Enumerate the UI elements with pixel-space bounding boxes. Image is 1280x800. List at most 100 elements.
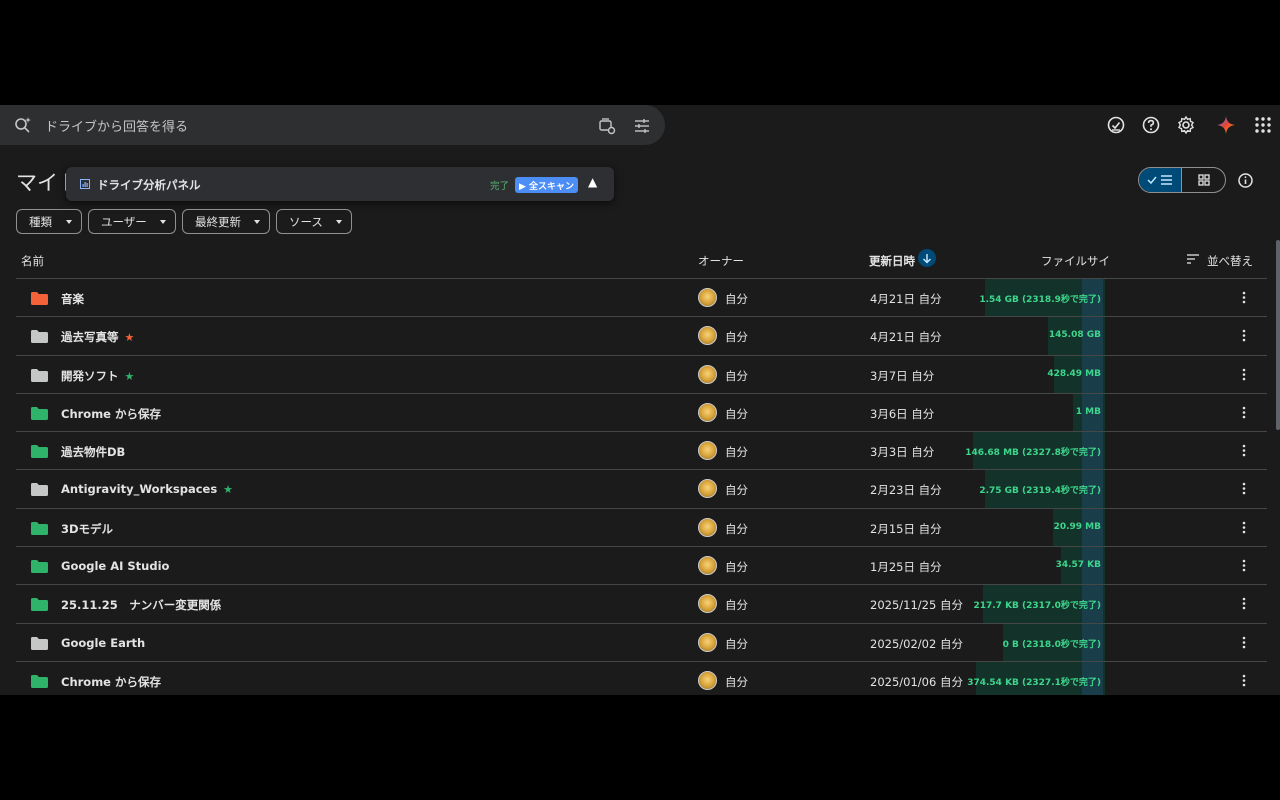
table-row[interactable]: Chrome から保存 自分 2025/01/06 自分 374.54 KB (… [16,661,1267,695]
avatar [698,402,717,422]
file-name-text: 開発ソフト [61,368,119,383]
folder-icon [31,445,48,459]
owner-label: 自分 [725,598,748,613]
check-list-icon [1147,175,1172,185]
table-row[interactable]: 25.11.25 ナンバー変更関係 自分 2025/11/25 自分 217.7… [16,585,1267,624]
modified-date: 4月21日 自分 [870,330,942,345]
modified-date: 2025/01/06 自分 [870,674,963,689]
scrollbar[interactable] [1276,240,1280,430]
folder-icon [31,674,48,688]
file-size: 0 B (2318.0秒で完了) [1002,639,1101,650]
filter-modified[interactable]: 最終更新 [182,209,270,234]
star-icon: ★ [223,483,234,497]
file-name-text: 過去物件DB [61,445,126,460]
file-size: 428.49 MB [1047,368,1101,379]
folder-icon [31,483,48,497]
filter-label: 最終更新 [195,214,241,229]
owner-label: 自分 [725,483,748,498]
table-row[interactable]: 音楽 自分 4月21日 自分 1.54 GB (2318.9秒で完了) [16,279,1267,318]
more-options-icon[interactable] [1242,406,1246,419]
modified-date: 2月23日 自分 [870,483,942,498]
column-size[interactable]: ファイルサイ [1041,253,1110,269]
more-options-icon[interactable] [1242,329,1246,342]
more-options-icon[interactable] [1242,674,1246,687]
file-name-text: Google AI Studio [61,559,170,574]
owner-label: 自分 [725,636,748,651]
modified-date: 1月25日 自分 [870,560,942,575]
filter-label: 種類 [29,214,52,229]
avatar [698,556,717,576]
offline-status-icon[interactable] [1106,115,1126,135]
file-name: Chrome から保存 [61,674,167,690]
more-options-icon[interactable] [1242,636,1246,649]
more-options-icon[interactable] [1242,559,1246,572]
file-size: 20.99 MB [1053,521,1101,532]
modified-date: 4月21日 自分 [870,292,942,306]
folder-icon [31,292,48,305]
view-toggle [1138,167,1226,193]
filter-source[interactable]: ソース [276,209,352,234]
more-options-icon[interactable] [1242,444,1246,457]
folder-icon [31,368,48,382]
filter-type[interactable]: 種類 [16,209,82,234]
more-options-icon[interactable] [1242,368,1246,381]
file-name-text: Antigravity_Workspaces [61,482,218,497]
column-owner[interactable]: オーナー [698,253,744,269]
table-row[interactable]: Antigravity_Workspaces ★ 自分 2月23日 自分 2.75… [16,470,1267,509]
file-name: Chrome から保存 [61,406,167,422]
full-scan-button[interactable]: ▶ 全スキャン [515,177,578,193]
folder-icon [31,636,48,650]
file-name-text: Chrome から保存 [61,674,161,689]
table-row[interactable]: Chrome から保存 自分 3月6日 自分 1 MB [16,393,1267,433]
column-modified[interactable]: 更新日時 [869,253,915,269]
table-row[interactable]: 開発ソフト ★ 自分 3月7日 自分 428.49 MB [16,355,1267,394]
table-row[interactable]: Google AI Studio 自分 1月25日 自分 34.57 KB [16,547,1267,586]
filter-user[interactable]: ユーザー [88,209,176,234]
apps-grid-icon[interactable] [1253,115,1273,135]
file-name: Google Earth [61,636,151,650]
settings-gear-icon[interactable] [1176,115,1196,135]
more-options-icon[interactable] [1242,521,1246,534]
more-options-icon[interactable] [1242,291,1246,304]
search-settings-icon[interactable] [598,117,616,135]
arrow-down-icon [922,253,932,264]
file-name-text: Google Earth [61,635,146,650]
star-icon: ★ [124,331,135,345]
file-name: Google AI Studio [61,559,175,573]
table-row[interactable]: 3Dモデル 自分 2月15日 自分 20.99 MB [16,508,1267,548]
panel-title: ドライブ分析パネル [97,178,201,192]
owner-label: 自分 [725,368,748,383]
more-options-icon[interactable] [1242,482,1246,495]
drive-app: ドライブから回答を得る マイト ドライブ分析パネル 完了 ▶ 全スキャン ▲ 種… [0,105,1280,695]
column-name[interactable]: 名前 [21,253,44,269]
help-icon[interactable] [1141,115,1161,135]
file-size: 146.68 MB (2327.8秒で完了) [965,448,1101,459]
avatar [698,364,717,384]
file-size: 1.54 GB (2318.9秒で完了) [979,295,1101,305]
avatar [698,670,717,690]
panel-collapse-button[interactable]: ▲ [588,175,597,189]
sort-lines-icon[interactable] [1187,254,1199,264]
file-name: 3Dモデル [61,521,119,537]
file-name: 25.11.25 ナンバー変更関係 [61,597,227,613]
more-options-icon[interactable] [1242,597,1246,610]
sort-direction-button[interactable] [918,249,936,267]
table-row[interactable]: 過去写真等 ★ 自分 4月21日 自分 145.08 GB [16,317,1267,356]
grid-icon [1197,174,1210,186]
owner-label: 自分 [725,406,748,421]
file-name-text: 過去写真等 [61,330,119,345]
filter-options-icon[interactable] [633,117,651,135]
file-name-text: 音楽 [61,292,84,306]
modified-date: 3月6日 自分 [870,406,935,421]
avatar [698,479,717,499]
search-bar[interactable]: ドライブから回答を得る [0,105,665,145]
sort-button[interactable]: 並べ替え [1207,253,1253,269]
folder-icon [31,406,48,420]
table-row[interactable]: Google Earth 自分 2025/02/02 自分 0 B (2318.… [16,623,1267,662]
list-view-button[interactable] [1139,168,1183,192]
gemini-spark-icon[interactable] [1216,115,1236,135]
table-row[interactable]: 過去物件DB 自分 3月3日 自分 146.68 MB (2327.8秒で完了) [16,432,1267,471]
info-icon[interactable] [1237,172,1254,189]
search-input[interactable]: ドライブから回答を得る [45,116,188,135]
grid-view-button[interactable] [1182,168,1225,192]
